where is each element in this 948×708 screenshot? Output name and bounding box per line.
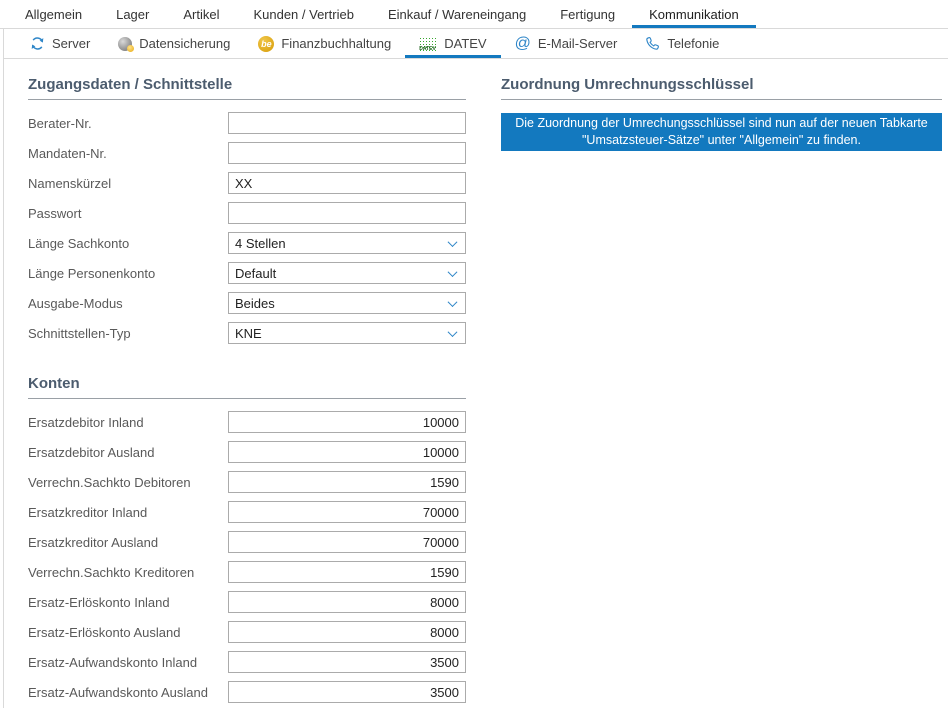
field-label: Schnittstellen-Typ bbox=[28, 326, 228, 341]
form-row-laenge-sachkonto: Länge Sachkonto 4 Stellen bbox=[28, 228, 466, 258]
selected-value: Default bbox=[235, 266, 276, 281]
namenskuerzel-input[interactable] bbox=[228, 172, 466, 194]
form-row-ersatz-aufwandskonto-ausland: Ersatz-Aufwandskonto Ausland bbox=[28, 677, 466, 707]
ausgabe-modus-dropdown[interactable]: Beides bbox=[228, 292, 466, 314]
sync-icon bbox=[30, 36, 45, 51]
form-row-ersatzkreditor-inland: Ersatzkreditor Inland bbox=[28, 497, 466, 527]
subtab-label: Finanzbuchhaltung bbox=[281, 36, 391, 51]
kommunikation-panel: Server Datensicherung be Finanzbuchhaltu… bbox=[3, 29, 948, 708]
form-row-ersatz-erloeskonto-ausland: Ersatz-Erlöskonto Ausland bbox=[28, 617, 466, 647]
tab-fertigung[interactable]: Fertigung bbox=[543, 0, 632, 28]
section-title-konten: Konten bbox=[28, 374, 466, 399]
ersatzdebitor-ausland-input[interactable] bbox=[228, 441, 466, 463]
laenge-sachkonto-dropdown[interactable]: 4 Stellen bbox=[228, 232, 466, 254]
subtab-label: E-Mail-Server bbox=[538, 36, 617, 51]
main-tab-bar: Allgemein Lager Artikel Kunden / Vertrie… bbox=[0, 0, 948, 29]
subtab-label: Telefonie bbox=[667, 36, 719, 51]
chevron-down-icon bbox=[448, 297, 458, 307]
field-label: Ersatzkreditor Inland bbox=[28, 505, 228, 520]
mandaten-nr-input[interactable] bbox=[228, 142, 466, 164]
field-label: Ersatz-Erlöskonto Ausland bbox=[28, 625, 228, 640]
field-label: Ersatz-Erlöskonto Inland bbox=[28, 595, 228, 610]
form-row-mandaten-nr: Mandaten-Nr. bbox=[28, 138, 466, 168]
verrechn-sachkto-kreditoren-input[interactable] bbox=[228, 561, 466, 583]
umrechnungsschluessel-notice: Die Zuordnung der Umrechungsschlüssel si… bbox=[501, 113, 942, 151]
tab-einkauf-wareneingang[interactable]: Einkauf / Wareneingang bbox=[371, 0, 543, 28]
subtab-label: DATEV bbox=[444, 36, 486, 51]
form-row-verrechn-sachkto-kreditoren: Verrechn.Sachkto Kreditoren bbox=[28, 557, 466, 587]
ersatz-aufwandskonto-inland-input[interactable] bbox=[228, 651, 466, 673]
berater-nr-input[interactable] bbox=[228, 112, 466, 134]
section-title-zugangsdaten: Zugangsdaten / Schnittstelle bbox=[28, 75, 466, 100]
chevron-down-icon bbox=[448, 237, 458, 247]
selected-value: Beides bbox=[235, 296, 275, 311]
form-row-verrechn-sachkto-debitoren: Verrechn.Sachkto Debitoren bbox=[28, 467, 466, 497]
tab-kommunikation[interactable]: Kommunikation bbox=[632, 0, 756, 28]
datev-settings-content: Zugangsdaten / Schnittstelle Berater-Nr.… bbox=[4, 59, 948, 707]
passwort-input[interactable] bbox=[228, 202, 466, 224]
subtab-server[interactable]: Server bbox=[16, 29, 104, 58]
field-label: Mandaten-Nr. bbox=[28, 146, 228, 161]
form-row-ersatzkreditor-ausland: Ersatzkreditor Ausland bbox=[28, 527, 466, 557]
laenge-personenkonto-dropdown[interactable]: Default bbox=[228, 262, 466, 284]
field-label: Ersatzdebitor Inland bbox=[28, 415, 228, 430]
verrechn-sachkto-debitoren-input[interactable] bbox=[228, 471, 466, 493]
selected-value: KNE bbox=[235, 326, 262, 341]
tab-artikel[interactable]: Artikel bbox=[166, 0, 236, 28]
ersatzdebitor-inland-input[interactable] bbox=[228, 411, 466, 433]
ersatz-erloeskonto-inland-input[interactable] bbox=[228, 591, 466, 613]
form-row-ersatz-aufwandskonto-inland: Ersatz-Aufwandskonto Inland bbox=[28, 647, 466, 677]
form-row-ersatzdebitor-inland: Ersatzdebitor Inland bbox=[28, 407, 466, 437]
ersatzkreditor-ausland-input[interactable] bbox=[228, 531, 466, 553]
form-row-ausgabe-modus: Ausgabe-Modus Beides bbox=[28, 288, 466, 318]
field-label: Berater-Nr. bbox=[28, 116, 228, 131]
field-label: Ersatz-Aufwandskonto Inland bbox=[28, 655, 228, 670]
subtab-telefonie[interactable]: Telefonie bbox=[631, 29, 733, 58]
right-column: Zuordnung Umrechnungsschlüssel Die Zuord… bbox=[501, 75, 942, 151]
field-label: Ersatzdebitor Ausland bbox=[28, 445, 228, 460]
form-row-schnittstellen-typ: Schnittstellen-Typ KNE bbox=[28, 318, 466, 348]
ersatzkreditor-inland-input[interactable] bbox=[228, 501, 466, 523]
form-row-ersatz-erloeskonto-inland: Ersatz-Erlöskonto Inland bbox=[28, 587, 466, 617]
field-label: Passwort bbox=[28, 206, 228, 221]
subtab-label: Datensicherung bbox=[139, 36, 230, 51]
form-row-laenge-personenkonto: Länge Personenkonto Default bbox=[28, 258, 466, 288]
tab-kunden-vertrieb[interactable]: Kunden / Vertrieb bbox=[236, 0, 370, 28]
be-badge-icon: be bbox=[258, 36, 274, 52]
field-label: Länge Sachkonto bbox=[28, 236, 228, 251]
at-icon: @ bbox=[515, 36, 531, 52]
field-label: Ausgabe-Modus bbox=[28, 296, 228, 311]
chevron-down-icon bbox=[448, 267, 458, 277]
field-label: Ersatz-Aufwandskonto Ausland bbox=[28, 685, 228, 700]
tab-lager[interactable]: Lager bbox=[99, 0, 166, 28]
form-row-passwort: Passwort bbox=[28, 198, 466, 228]
datev-icon: DATEV bbox=[419, 37, 437, 51]
subtab-datev[interactable]: DATEV DATEV bbox=[405, 29, 500, 58]
subtab-label: Server bbox=[52, 36, 90, 51]
field-label: Ersatzkreditor Ausland bbox=[28, 535, 228, 550]
left-column: Zugangsdaten / Schnittstelle Berater-Nr.… bbox=[28, 75, 466, 707]
subtab-finanzbuchhaltung[interactable]: be Finanzbuchhaltung bbox=[244, 29, 405, 58]
form-row-berater-nr: Berater-Nr. bbox=[28, 108, 466, 138]
tab-allgemein[interactable]: Allgemein bbox=[8, 0, 99, 28]
field-label: Verrechn.Sachkto Debitoren bbox=[28, 475, 228, 490]
field-label: Länge Personenkonto bbox=[28, 266, 228, 281]
schnittstellen-typ-dropdown[interactable]: KNE bbox=[228, 322, 466, 344]
ersatz-aufwandskonto-ausland-input[interactable] bbox=[228, 681, 466, 703]
phone-icon bbox=[645, 36, 660, 51]
backup-sphere-icon bbox=[118, 37, 132, 51]
field-label: Verrechn.Sachkto Kreditoren bbox=[28, 565, 228, 580]
form-row-ersatzdebitor-ausland: Ersatzdebitor Ausland bbox=[28, 437, 466, 467]
section-title-zuordnung: Zuordnung Umrechnungsschlüssel bbox=[501, 75, 942, 100]
subtab-email-server[interactable]: @ E-Mail-Server bbox=[501, 29, 632, 58]
form-row-namenskuerzel: Namenskürzel bbox=[28, 168, 466, 198]
field-label: Namenskürzel bbox=[28, 176, 228, 191]
sub-tab-bar: Server Datensicherung be Finanzbuchhaltu… bbox=[4, 29, 948, 59]
chevron-down-icon bbox=[448, 327, 458, 337]
subtab-datensicherung[interactable]: Datensicherung bbox=[104, 29, 244, 58]
selected-value: 4 Stellen bbox=[235, 236, 286, 251]
ersatz-erloeskonto-ausland-input[interactable] bbox=[228, 621, 466, 643]
